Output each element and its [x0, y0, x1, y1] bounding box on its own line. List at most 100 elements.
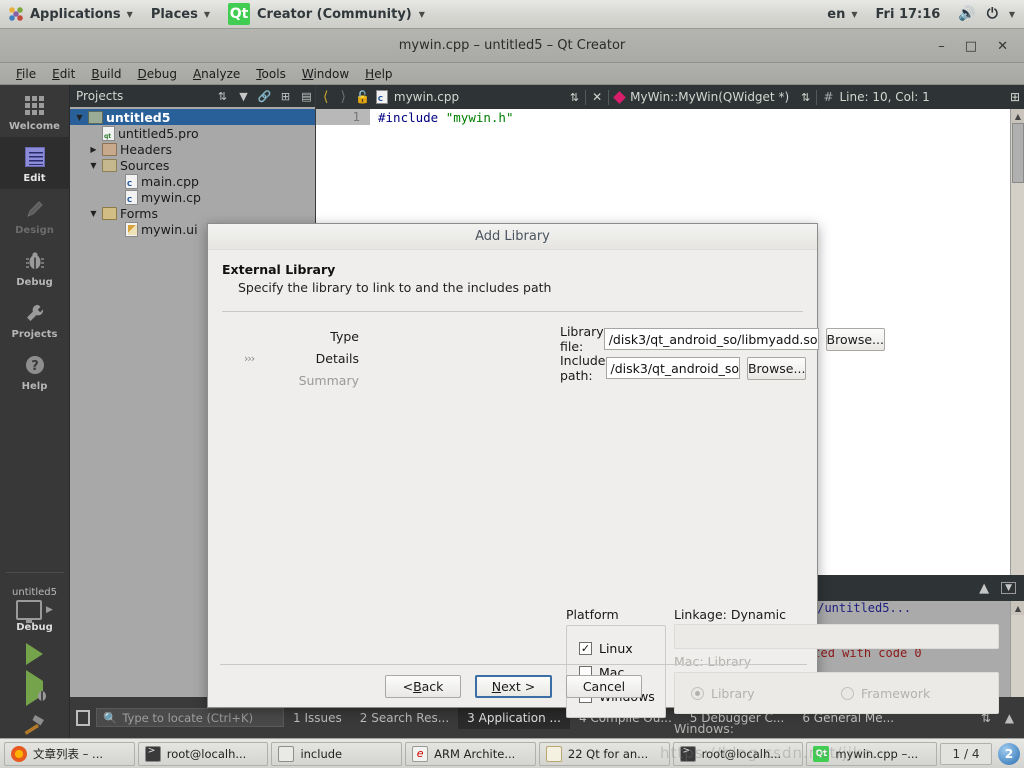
chevron-down-icon[interactable]: ▼ [88, 209, 99, 218]
run-play-icon[interactable] [26, 643, 43, 665]
menu-debug[interactable]: Debug [129, 65, 184, 83]
wrench-icon [22, 300, 48, 326]
mode-design-label: Design [15, 225, 54, 236]
pdf-icon: e [412, 745, 429, 762]
taskbar-item-arm-pdf[interactable]: e ARM Archite... [405, 741, 536, 766]
mode-edit[interactable]: Edit [0, 137, 70, 189]
mode-divider [5, 572, 64, 573]
editor-filename[interactable]: mywin.cpp [394, 90, 564, 104]
close-sidebar-icon[interactable]: ▤ [298, 88, 315, 105]
editor-line-col[interactable]: Line: 10, Col: 1 [839, 90, 929, 104]
chevron-up-icon[interactable]: ▲ [1005, 711, 1014, 725]
clock[interactable]: Fri 17:16 [867, 0, 950, 29]
scroll-up-icon[interactable]: ▲ [1011, 109, 1024, 123]
chevron-down-icon[interactable]: ▼ [74, 113, 85, 122]
mode-help[interactable]: ? Help [0, 345, 70, 397]
tree-item-untitled5[interactable]: ▼ untitled5 [70, 109, 315, 125]
system-menu[interactable]: 🔊 ⏻ ▼ [949, 0, 1024, 29]
menu-tools[interactable]: Tools [248, 65, 294, 83]
mode-projects[interactable]: Projects [0, 293, 70, 345]
active-app-menu[interactable]: Qt Creator (Community) ▼ [219, 0, 434, 29]
taskbar-item-firefox[interactable]: 文章列表 – ... [4, 741, 135, 766]
qt-creator-window: mywin.cpp – untitled5 – Qt Creator – □ ✕… [0, 29, 1024, 768]
run-controls [22, 643, 48, 738]
tree-item-forms[interactable]: ▼ Forms [70, 205, 315, 221]
menu-help[interactable]: Help [357, 65, 400, 83]
chevron-down-icon[interactable]: ▼ [88, 161, 99, 170]
tree-item-mywin-cpp[interactable]: mywin.cp [70, 189, 315, 205]
locator-input[interactable]: 🔍 Type to locate (Ctrl+K) [96, 708, 284, 727]
taskbar-item-include[interactable]: include [271, 741, 403, 766]
split-add-icon[interactable]: ⊞ [277, 88, 294, 105]
taskbar-item-qt-creator[interactable]: Qt mywin.cpp –... [806, 741, 938, 766]
applications-label: Applications [30, 6, 121, 22]
tree-item-untitled5-pro[interactable]: untitled5.pro [70, 125, 315, 141]
platform-linux-row[interactable]: ✓ Linux [579, 636, 665, 660]
nav-back-icon[interactable]: ⟨ [320, 89, 331, 105]
toolbar-divider [816, 89, 818, 105]
wizard-step-details[interactable]: ››› Details [222, 348, 359, 370]
mode-welcome[interactable]: Welcome [0, 85, 70, 137]
close-button[interactable]: ✕ [997, 39, 1008, 54]
cancel-button[interactable]: Cancel [566, 675, 642, 698]
menu-file[interactable]: File [8, 65, 44, 83]
workspace-badge[interactable]: 2 [998, 742, 1021, 765]
menu-window[interactable]: Window [294, 65, 357, 83]
taskbar-item-terminal-1[interactable]: root@localh... [137, 741, 269, 766]
projects-dock-title: Projects [76, 89, 124, 103]
unlocked-icon[interactable]: 🔓 [355, 90, 370, 104]
taskbar-item-notes[interactable]: 22 Qt for an... [538, 741, 670, 766]
keyboard-layout-menu[interactable]: en ▼ [818, 0, 866, 29]
clock-label: Fri 17:16 [875, 6, 941, 22]
back-button[interactable]: < Back [385, 675, 461, 698]
scroll-up-icon[interactable]: ▲ [1011, 601, 1024, 615]
split-editor-icon[interactable]: ⊞ [1010, 90, 1020, 104]
tree-item-main-cpp[interactable]: main.cpp [70, 173, 315, 189]
next-button[interactable]: Next > [475, 675, 552, 698]
mac-framework-radio [841, 686, 854, 700]
maximize-button[interactable]: □ [965, 39, 977, 54]
library-file-browse-button[interactable]: Browse... [825, 327, 885, 351]
library-file-input[interactable]: /disk3/qt_android_so/libmyadd.so [603, 328, 819, 350]
menu-edit[interactable]: Edit [44, 65, 83, 83]
chevron-right-icon: ▶ [46, 605, 53, 615]
minimize-button[interactable]: – [938, 39, 945, 54]
menu-build[interactable]: Build [83, 65, 129, 83]
sidebar-toggle-icon[interactable] [76, 709, 90, 726]
dropdown-box-icon[interactable]: ▼ [1001, 582, 1016, 594]
output-tab-application-output[interactable]: 3 Application ... [458, 706, 570, 729]
places-menu[interactable]: Places ▼ [142, 0, 219, 29]
hammer-icon[interactable] [22, 711, 48, 738]
debug-play-icon[interactable] [26, 670, 46, 706]
platform-linux-checkbox[interactable]: ✓ [579, 641, 592, 655]
applications-menu[interactable]: Applications ▼ [0, 0, 142, 29]
wizard-step-type[interactable]: Type [222, 326, 359, 348]
output-scrollbar[interactable]: ▲ [1010, 601, 1024, 697]
updown-arrows-icon[interactable]: ⇅ [570, 91, 579, 104]
menu-analyze[interactable]: Analyze [185, 65, 248, 83]
output-tab-search-results[interactable]: 2 Search Res... [351, 707, 458, 729]
workspace-pager[interactable]: 1 / 4 [940, 742, 993, 765]
tree-item-headers[interactable]: ▶ Headers [70, 141, 315, 157]
mode-debug[interactable]: Debug [0, 241, 70, 293]
filter-icon[interactable]: ▼ [235, 88, 252, 105]
output-tab-issues[interactable]: 1 Issues [284, 707, 351, 729]
link-sync-icon[interactable]: 🔗 [256, 88, 273, 105]
sort-updown-icon[interactable]: ⇅ [214, 88, 231, 105]
nav-forward-icon[interactable]: ⟩ [337, 89, 348, 105]
chevron-up-icon[interactable]: ▲ [979, 581, 989, 596]
tree-item-sources[interactable]: ▼ Sources [70, 157, 315, 173]
include-path-input[interactable]: /disk3/qt_android_so [605, 357, 740, 379]
screen-root: Applications ▼ Places ▼ Qt Creator (Comm… [0, 0, 1024, 768]
include-path-browse-button[interactable]: Browse... [746, 356, 807, 380]
close-icon[interactable]: ✕ [592, 90, 602, 104]
chevron-right-icon[interactable]: ▶ [88, 145, 99, 154]
mode-edit-label: Edit [23, 173, 46, 184]
taskbar-item-terminal-2[interactable]: root@localh... [672, 741, 804, 766]
kit-selector[interactable]: untitled5 ▶ Debug [0, 587, 70, 633]
scrollbar-thumb[interactable] [1012, 123, 1024, 183]
tree-item-label: Forms [120, 205, 159, 221]
editor-symbol[interactable]: MyWin::MyWin(QWidget *) [630, 90, 795, 104]
updown-arrows-icon[interactable]: ⇅ [801, 91, 810, 104]
search-icon: 🔍 [103, 710, 118, 725]
